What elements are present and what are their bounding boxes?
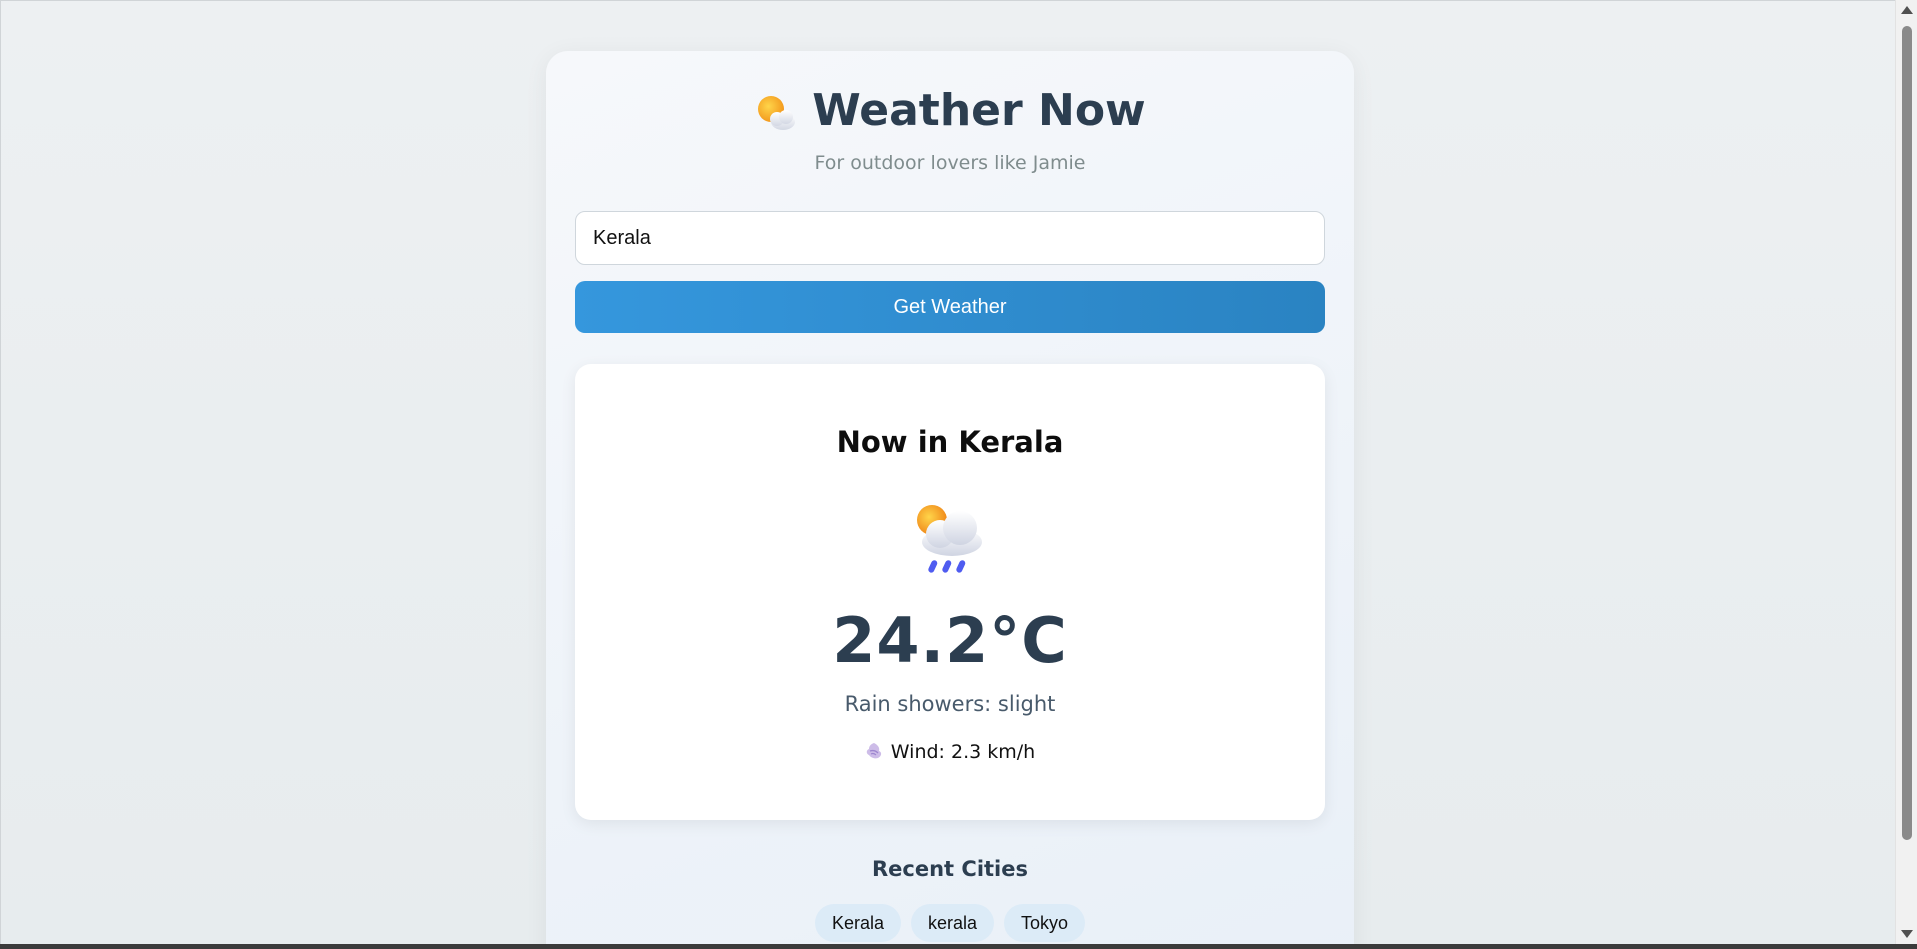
window-bottom-edge (0, 944, 1917, 949)
app-subtitle: For outdoor lovers like Jamie (814, 152, 1086, 174)
app-header: Weather Now (546, 89, 1354, 133)
browser-viewport: Weather Now For outdoor lovers like Jami… (0, 0, 1896, 945)
recent-cities-list: Kerala kerala Tokyo (546, 904, 1354, 942)
current-location-heading: Now in Kerala (836, 425, 1064, 459)
wind-icon (865, 742, 883, 760)
weather-condition: Rain showers: slight (844, 692, 1056, 716)
sun-behind-cloud-icon (754, 90, 798, 132)
weather-app-card: Weather Now For outdoor lovers like Jami… (546, 51, 1354, 945)
scroll-down-arrow-icon[interactable] (1901, 930, 1913, 938)
scroll-up-arrow-icon[interactable] (1901, 6, 1913, 14)
current-weather-panel: Now in Kerala 24.2°C Rain showers: sligh… (575, 364, 1325, 820)
wind-text: Wind: 2.3 km/h (890, 741, 1036, 763)
temperature-value: 24.2°C (832, 604, 1068, 677)
scrollbar-thumb[interactable] (1902, 26, 1912, 840)
wind-info: Wind: 2.3 km/h (575, 741, 1325, 763)
recent-city-chip[interactable]: Tokyo (1004, 904, 1086, 942)
vertical-scrollbar[interactable] (1895, 0, 1917, 944)
recent-city-chip[interactable]: Kerala (814, 904, 901, 942)
recent-cities-heading: Recent Cities (872, 857, 1028, 881)
app-title: Weather Now (812, 85, 1146, 136)
get-weather-button[interactable]: Get Weather (575, 281, 1325, 333)
city-search-input[interactable] (575, 211, 1325, 265)
recent-city-chip[interactable]: kerala (910, 904, 995, 942)
sun-behind-rain-cloud-icon (910, 500, 990, 580)
